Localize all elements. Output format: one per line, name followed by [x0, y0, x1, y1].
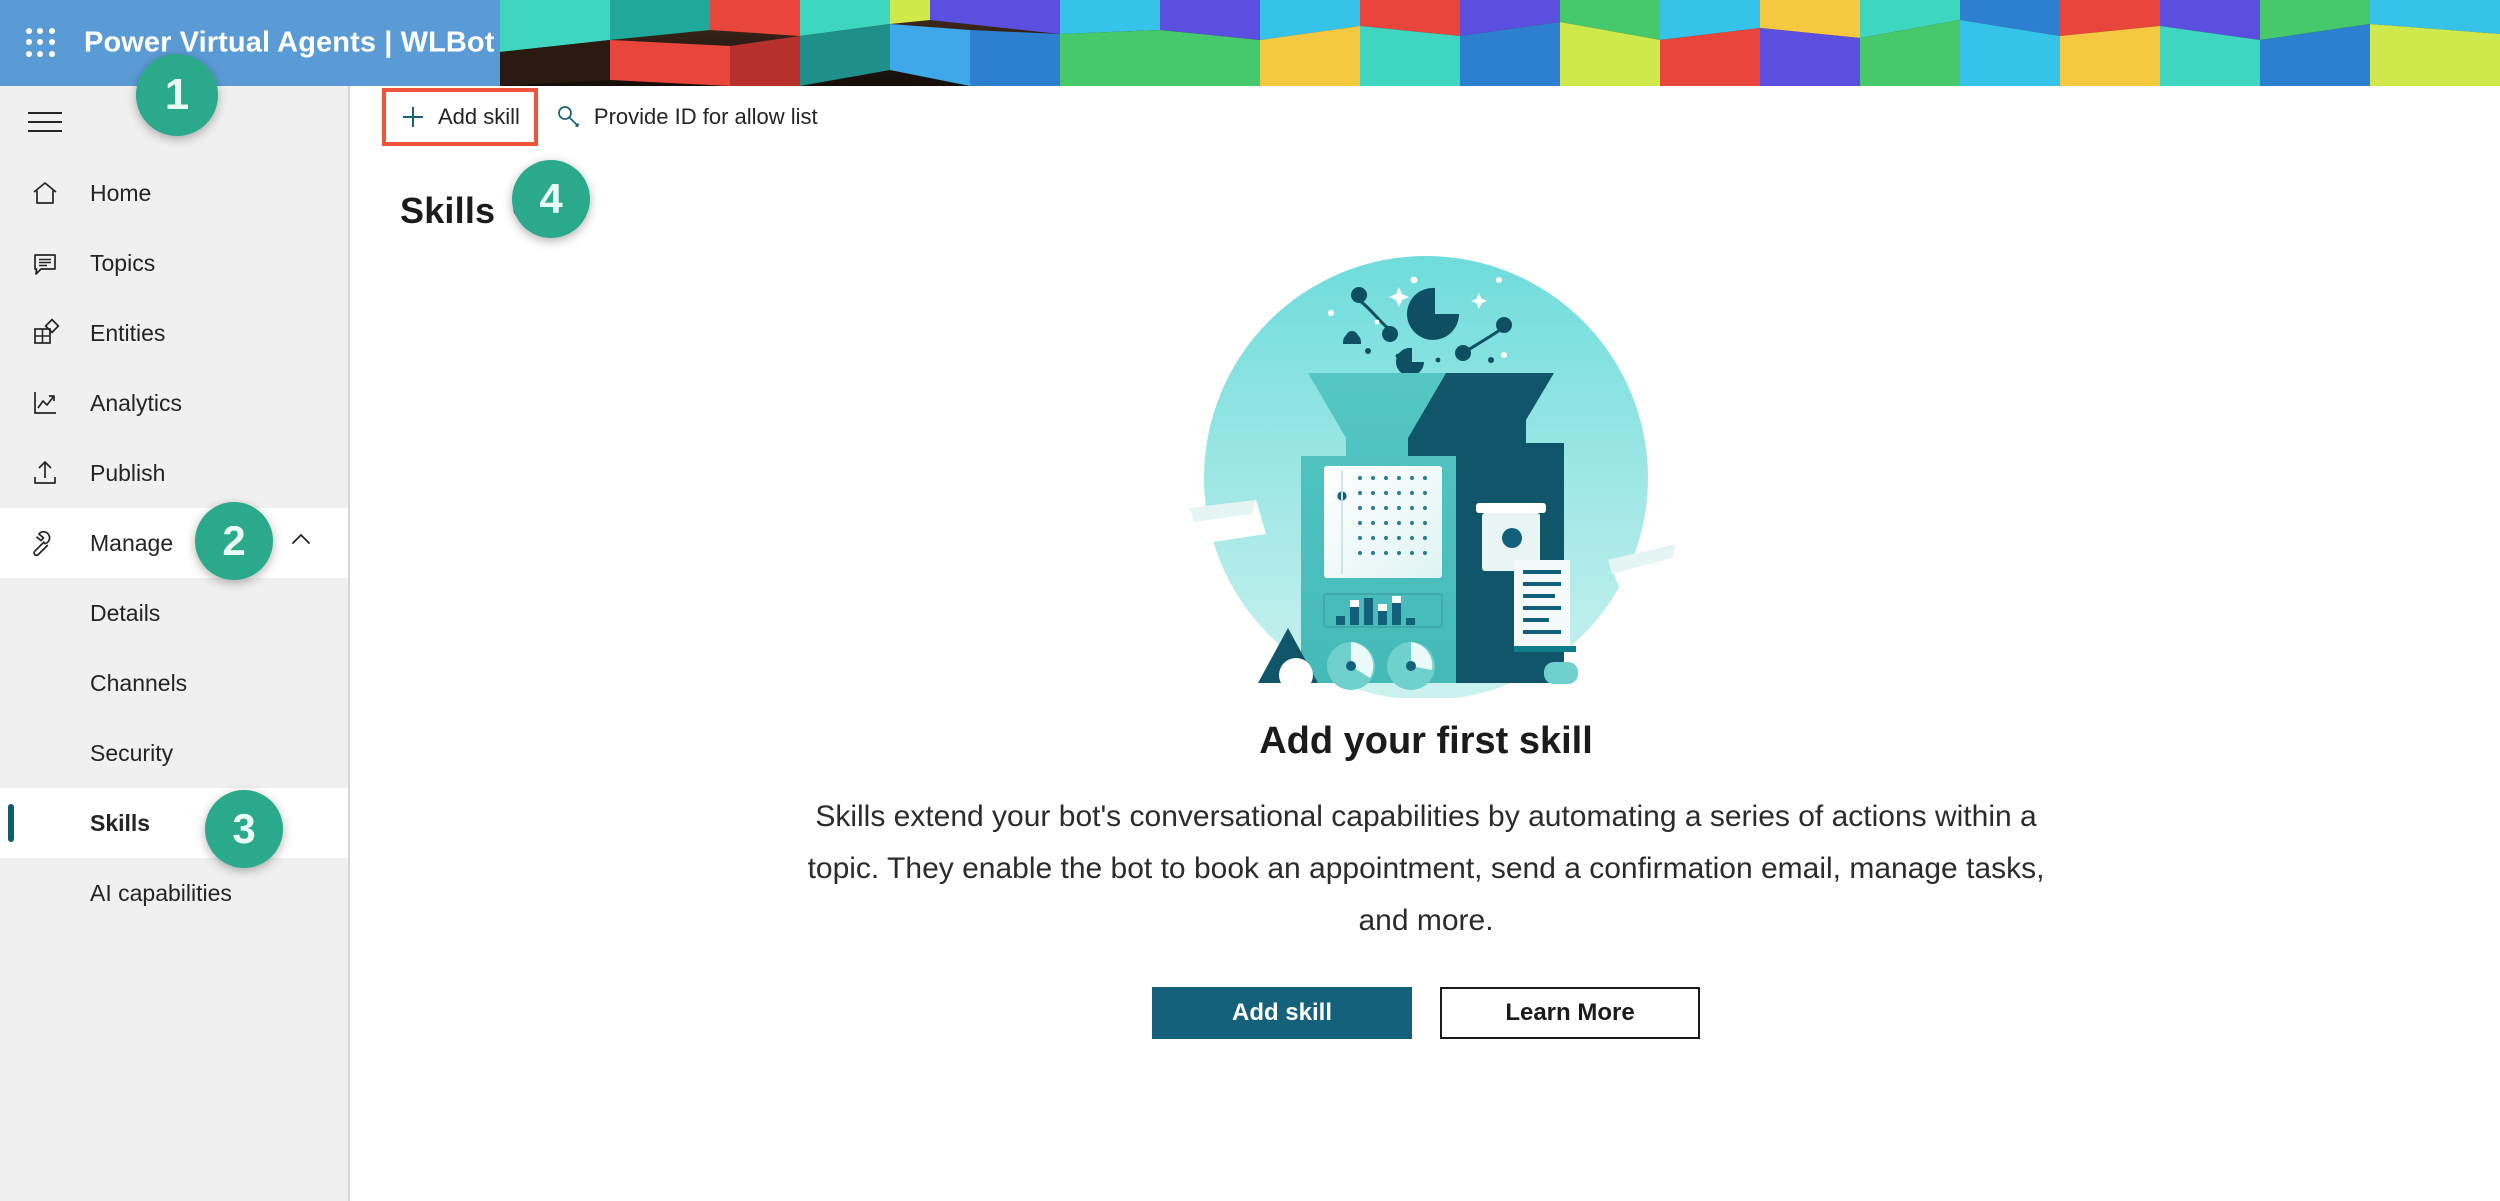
- chart-line-icon: [28, 388, 62, 418]
- provide-id-command-label: Provide ID for allow list: [593, 104, 818, 129]
- header-banner-image: [500, 0, 2500, 86]
- empty-state-heading: Add your first skill: [1259, 720, 1593, 762]
- sidebar-item-home-label: Home: [90, 179, 152, 206]
- skills-machine-illustration: [1190, 256, 1690, 698]
- sidebar-item-channels[interactable]: Channels: [0, 648, 348, 718]
- provide-id-command-button[interactable]: Provide ID for allow list: [538, 86, 836, 148]
- step-badge-4: 4: [512, 160, 590, 238]
- sidebar-item-security-label: Security: [90, 739, 174, 766]
- step-badge-1: 1: [136, 54, 218, 136]
- sidebar-item-security[interactable]: Security: [0, 718, 348, 788]
- sidebar-item-topics[interactable]: Topics: [0, 228, 348, 298]
- entities-icon: [28, 318, 62, 348]
- app-title: Power Virtual Agents | WLBot: [84, 26, 495, 59]
- sidebar-item-entities[interactable]: Entities: [0, 298, 348, 368]
- empty-state-actions: Add skill Learn More: [1152, 987, 1700, 1039]
- sidebar-item-home[interactable]: Home: [0, 158, 348, 228]
- sidebar: Home Topics Entities Analytics Publish M…: [0, 86, 350, 1201]
- app-header: Power Virtual Agents | WLBot: [0, 0, 2500, 86]
- sidebar-item-topics-label: Topics: [90, 249, 156, 276]
- sidebar-item-skills-label: Skills: [90, 809, 151, 836]
- add-skill-command-button[interactable]: Add skill: [382, 88, 538, 146]
- sidebar-item-publish-label: Publish: [90, 459, 166, 486]
- home-icon: [28, 178, 62, 208]
- empty-state: Add your first skill Skills extend your …: [352, 238, 2500, 1039]
- sidebar-item-analytics[interactable]: Analytics: [0, 368, 348, 438]
- sidebar-item-analytics-label: Analytics: [90, 389, 183, 416]
- wrench-icon: [28, 528, 62, 558]
- page-title: Skills: [400, 190, 496, 231]
- key-icon: [558, 106, 579, 127]
- sidebar-item-skills[interactable]: Skills: [0, 788, 348, 858]
- chevron-up-icon[interactable]: [288, 527, 314, 559]
- step-badge-3: 3: [205, 790, 283, 868]
- sidebar-item-manage-label: Manage: [90, 529, 174, 556]
- sidebar-item-ai-capabilities-label: AI capabilities: [90, 879, 232, 906]
- sidebar-item-details[interactable]: Details: [0, 578, 348, 648]
- main-content: Skills Add your first skill Skills exten…: [352, 148, 2500, 1201]
- sidebar-item-ai-capabilities[interactable]: AI capabilities: [0, 858, 348, 928]
- sidebar-item-entities-label: Entities: [90, 319, 166, 346]
- sidebar-item-manage[interactable]: Manage: [0, 508, 348, 578]
- sidebar-item-details-label: Details: [90, 599, 161, 626]
- page-header: Skills: [352, 148, 2500, 232]
- learn-more-button[interactable]: Learn More: [1440, 987, 1700, 1039]
- sidebar-item-channels-label: Channels: [90, 669, 188, 696]
- plus-icon: [403, 107, 423, 127]
- add-skill-command-label: Add skill: [438, 104, 520, 129]
- upload-icon: [28, 458, 62, 488]
- command-bar: Add skill Provide ID for allow list: [350, 86, 2500, 148]
- app-launcher-icon[interactable]: [20, 22, 62, 64]
- chat-bubble-icon: [28, 248, 62, 278]
- add-skill-button[interactable]: Add skill: [1152, 987, 1412, 1039]
- empty-state-body: Skills extend your bot's conversational …: [807, 800, 2045, 937]
- sidebar-item-publish[interactable]: Publish: [0, 438, 348, 508]
- step-badge-2: 2: [195, 502, 273, 580]
